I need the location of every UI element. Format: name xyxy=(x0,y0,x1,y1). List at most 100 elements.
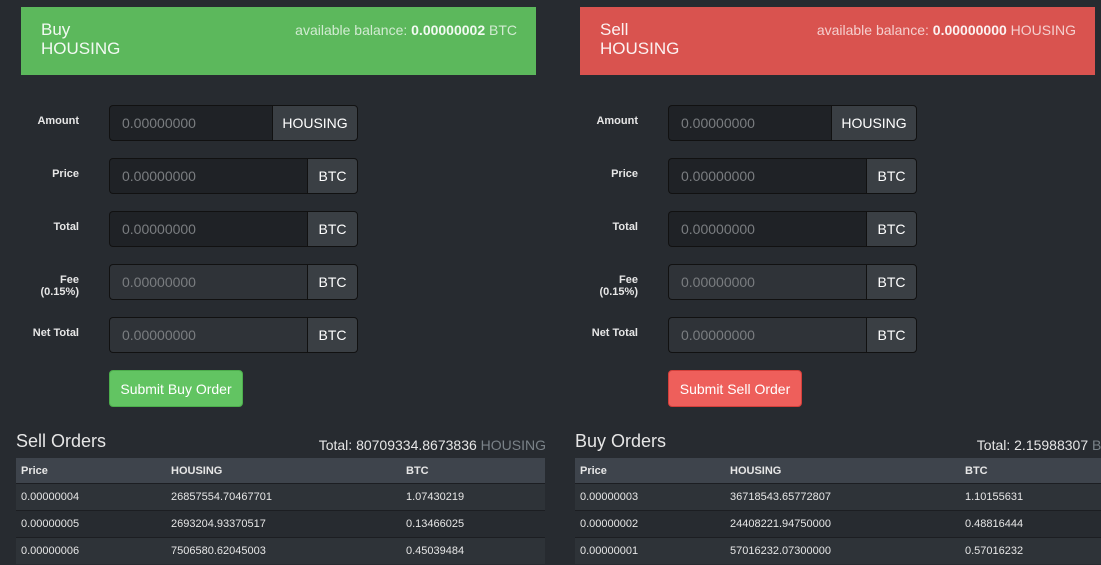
net-total-unit-addon: BTC xyxy=(866,317,917,353)
buy-total-input[interactable]: 0.00000000 xyxy=(109,211,307,247)
cell-price: 0.00000004 xyxy=(16,483,166,511)
fee-unit-addon: BTC xyxy=(866,264,917,300)
cell-btc: 0.57016232 xyxy=(960,537,1101,564)
balance-unit: BTC xyxy=(489,22,517,38)
sell-net-total-row: Net Total 0.00000000 BTC xyxy=(580,317,920,355)
sell-orders-table: Price HOUSING BTC 0.00000004 26857554.70… xyxy=(16,458,545,564)
table-header-row: Price HOUSING BTC xyxy=(575,458,1101,484)
sell-header: Sell HOUSING available balance: 0.000000… xyxy=(580,7,1095,75)
cell-btc: 0.13466025 xyxy=(401,510,545,538)
table-row[interactable]: 0.00000003 36718543.65772807 1.10155631 xyxy=(575,483,1101,511)
amount-label: Amount xyxy=(37,115,79,127)
total-label: Total xyxy=(612,221,638,233)
sell-title-currency: HOUSING xyxy=(600,39,680,58)
buy-orders-table: Price HOUSING BTC 0.00000003 36718543.65… xyxy=(575,458,1101,564)
amount-unit-addon: HOUSING xyxy=(831,105,917,141)
net-total-unit-addon: BTC xyxy=(307,317,358,353)
column-header-housing[interactable]: HOUSING xyxy=(725,458,960,484)
net-total-label: Net Total xyxy=(591,327,638,339)
total-value: 80709334.8673836 xyxy=(356,437,477,453)
buy-available-balance: available balance: 0.00000002 BTC xyxy=(295,22,517,38)
fee-label: Fee (0.15%) xyxy=(40,274,79,298)
cell-price: 0.00000006 xyxy=(16,537,166,564)
cell-price: 0.00000003 xyxy=(575,483,725,511)
buy-title-action: Buy xyxy=(41,20,71,39)
buy-price-row: Price 0.00000000 BTC xyxy=(21,158,361,196)
cell-amount: 36718543.65772807 xyxy=(725,483,960,511)
table-row[interactable]: 0.00000005 2693204.93370517 0.13466025 xyxy=(16,510,545,538)
column-header-price[interactable]: Price xyxy=(575,458,725,484)
cell-btc: 0.48816444 xyxy=(960,510,1101,538)
price-unit-addon: BTC xyxy=(307,158,358,194)
buy-fee-input: 0.00000000 xyxy=(109,264,307,300)
buy-header: Buy HOUSING available balance: 0.0000000… xyxy=(21,7,536,75)
sell-amount-row: Amount 0.00000000 HOUSING xyxy=(580,105,920,143)
balance-value[interactable]: 0.00000000 xyxy=(933,22,1007,38)
sell-title-action: Sell xyxy=(600,20,629,39)
total-prefix: Total: xyxy=(318,437,353,453)
sell-amount-input[interactable]: 0.00000000 xyxy=(668,105,831,141)
total-unit: BTC xyxy=(1092,437,1101,453)
sell-orders-title: Sell Orders xyxy=(16,431,107,451)
fee-label: Fee (0.15%) xyxy=(599,274,638,298)
column-header-housing[interactable]: HOUSING xyxy=(166,458,401,484)
table-row[interactable]: 0.00000002 24408221.94750000 0.48816444 xyxy=(575,510,1101,538)
cell-amount: 26857554.70467701 xyxy=(166,483,401,511)
amount-label: Amount xyxy=(596,115,638,127)
sell-fee-input: 0.00000000 xyxy=(668,264,866,300)
sell-total-row: Total 0.00000000 BTC xyxy=(580,211,920,249)
buy-amount-row: Amount 0.00000000 HOUSING xyxy=(21,105,361,143)
table-row[interactable]: 0.00000006 7506580.62045003 0.45039484 xyxy=(16,537,545,564)
column-header-price[interactable]: Price xyxy=(16,458,166,484)
buy-price-input[interactable]: 0.00000000 xyxy=(109,158,307,194)
cell-amount: 7506580.62045003 xyxy=(166,537,401,564)
cell-btc: 0.45039484 xyxy=(401,537,545,564)
table-row[interactable]: 0.00000004 26857554.70467701 1.07430219 xyxy=(16,483,545,511)
total-unit: HOUSING xyxy=(480,437,546,453)
net-total-label: Net Total xyxy=(32,327,79,339)
buy-total-row: Total 0.00000000 BTC xyxy=(21,211,361,249)
column-header-btc[interactable]: BTC xyxy=(960,458,1101,484)
total-value: 2.15988307 xyxy=(1014,437,1089,453)
sell-panel: Sell HOUSING available balance: 0.000000… xyxy=(575,0,1101,565)
table-row[interactable]: 0.00000001 57016232.07300000 0.57016232 xyxy=(575,537,1101,564)
buy-net-total-row: Net Total 0.00000000 BTC xyxy=(21,317,361,355)
column-header-btc[interactable]: BTC xyxy=(401,458,545,484)
price-unit-addon: BTC xyxy=(866,158,917,194)
sell-price-row: Price 0.00000000 BTC xyxy=(580,158,920,196)
balance-value[interactable]: 0.00000002 xyxy=(411,22,485,38)
sell-price-input[interactable]: 0.00000000 xyxy=(668,158,866,194)
buy-fee-row: Fee (0.15%) 0.00000000 BTC xyxy=(21,264,361,302)
price-label: Price xyxy=(611,168,638,180)
buy-orders-title: Buy Orders xyxy=(575,431,667,451)
balance-label: available balance: xyxy=(295,22,408,38)
cell-btc: 1.07430219 xyxy=(401,483,545,511)
amount-unit-addon: HOUSING xyxy=(272,105,358,141)
total-unit-addon: BTC xyxy=(307,211,358,247)
sell-title: Sell HOUSING xyxy=(600,20,679,58)
sell-available-balance: available balance: 0.00000000 HOUSING xyxy=(817,22,1076,38)
total-prefix: Total: xyxy=(976,437,1011,453)
sell-total-input[interactable]: 0.00000000 xyxy=(668,211,866,247)
buy-net-total-input: 0.00000000 xyxy=(109,317,307,353)
sell-net-total-input: 0.00000000 xyxy=(668,317,866,353)
cell-price: 0.00000002 xyxy=(575,510,725,538)
buy-title-currency: HOUSING xyxy=(41,39,121,58)
table-header-row: Price HOUSING BTC xyxy=(16,458,545,484)
price-label: Price xyxy=(52,168,79,180)
submit-sell-order-button[interactable]: Submit Sell Order xyxy=(668,370,802,407)
balance-unit: HOUSING xyxy=(1010,22,1076,38)
total-unit-addon: BTC xyxy=(866,211,917,247)
cell-amount: 57016232.07300000 xyxy=(725,537,960,564)
cell-price: 0.00000001 xyxy=(575,537,725,564)
cell-amount: 24408221.94750000 xyxy=(725,510,960,538)
fee-unit-addon: BTC xyxy=(307,264,358,300)
cell-price: 0.00000005 xyxy=(16,510,166,538)
total-label: Total xyxy=(53,221,79,233)
buy-amount-input[interactable]: 0.00000000 xyxy=(109,105,272,141)
submit-buy-order-button[interactable]: Submit Buy Order xyxy=(109,370,243,407)
balance-label: available balance: xyxy=(816,22,929,38)
buy-panel: Buy HOUSING available balance: 0.0000000… xyxy=(16,0,546,565)
buy-title: Buy HOUSING xyxy=(41,20,120,58)
buy-orders-total: Total: 2.15988307 BTC xyxy=(977,437,1101,453)
